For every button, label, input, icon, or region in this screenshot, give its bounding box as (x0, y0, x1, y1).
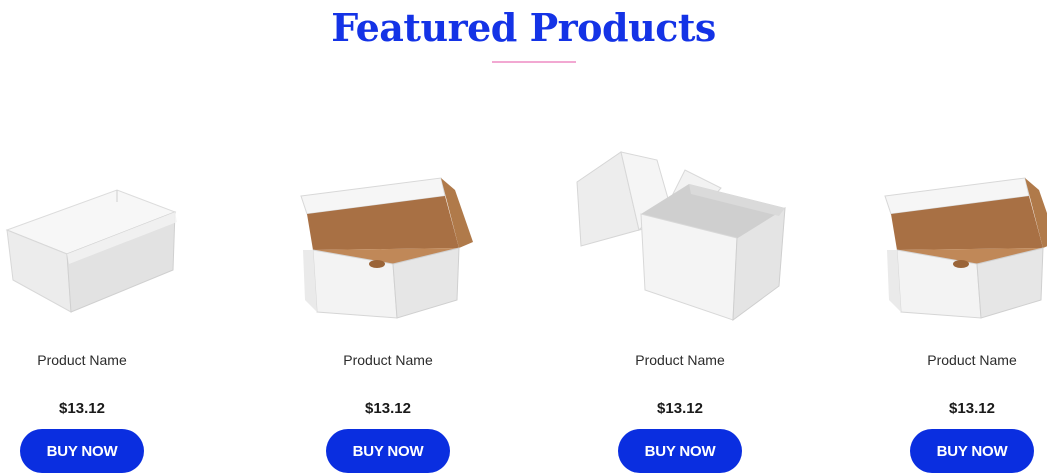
open-mailer-box-image[interactable] (857, 130, 1047, 330)
product-card: Product Name $13.12 BUY NOW (565, 110, 795, 473)
product-price: $13.12 (59, 400, 105, 417)
buy-now-button[interactable]: BUY NOW (20, 429, 144, 473)
title-underline (492, 61, 576, 63)
product-card: Product Name $13.12 BUY NOW (273, 110, 503, 473)
open-cake-box-image[interactable] (565, 130, 795, 330)
section-title: Featured Products (331, 5, 716, 50)
product-name[interactable]: Product Name (857, 350, 1047, 370)
product-card: Product Name $13.12 BUY NOW (857, 110, 1047, 473)
product-name[interactable]: Product Name (0, 350, 197, 370)
product-price: $13.12 (949, 400, 995, 417)
product-name[interactable]: Product Name (565, 350, 795, 370)
product-card: Product Name $13.12 BUY NOW (0, 110, 197, 473)
product-price: $13.12 (657, 400, 703, 417)
closed-white-box-image[interactable] (0, 130, 197, 330)
buy-now-button[interactable]: BUY NOW (326, 429, 450, 473)
product-name[interactable]: Product Name (273, 350, 503, 370)
buy-now-button[interactable]: BUY NOW (910, 429, 1034, 473)
product-price: $13.12 (365, 400, 411, 417)
buy-now-button[interactable]: BUY NOW (618, 429, 742, 473)
open-mailer-box-image[interactable] (273, 130, 503, 330)
